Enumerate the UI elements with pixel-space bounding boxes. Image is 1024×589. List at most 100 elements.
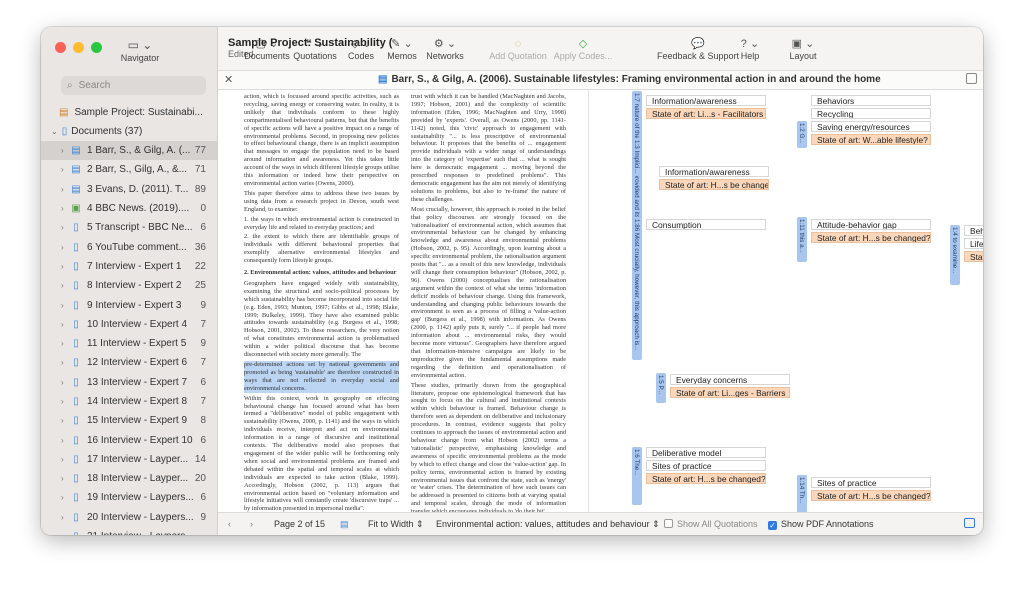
apply-codes-button[interactable]: ◇ Apply Codes...	[554, 37, 613, 61]
chevron-right-icon[interactable]: ›	[61, 223, 69, 232]
code-tag[interactable]: Recycling	[811, 108, 931, 119]
code-tag-orange[interactable]: State of art: Li...s - Facilitators	[646, 108, 766, 119]
page-indicator[interactable]: Page 2 of 15	[274, 519, 325, 529]
show-all-quotations-toggle[interactable]: Show All Quotations	[664, 519, 758, 529]
document-item[interactable]: › ▯ 14 Interview - Expert 8 7	[41, 392, 218, 411]
document-item[interactable]: › ▯ 6 YouTube comment... 36	[41, 237, 218, 256]
document-item[interactable]: › ▯ 5 Transcript - BBC Ne... 6	[41, 218, 218, 237]
quotation-bar[interactable]: 1:4 to examine...	[950, 225, 960, 285]
chevron-right-icon[interactable]: ›	[61, 397, 69, 406]
code-tag[interactable]: Saving energy/resources	[811, 121, 931, 132]
code-tag[interactable]: Behaviors	[964, 225, 983, 236]
document-item[interactable]: › ▯ 17 Interview - Layper... 14	[41, 450, 218, 469]
networks-button[interactable]: ⚙ ⌄ Networks	[426, 37, 464, 61]
project-item[interactable]: ▤ Sample Project: Sustainabi...	[59, 107, 214, 118]
code-tag[interactable]: Deliberative model	[646, 447, 766, 458]
feedback-support-button[interactable]: 💬 Feedback & Support	[657, 37, 739, 61]
section-select[interactable]: Environmental action: values, attitudes …	[436, 519, 660, 530]
chevron-right-icon[interactable]: ›	[61, 243, 69, 252]
document-item[interactable]: › ▯ 20 Interview - Laypers... 9	[41, 508, 218, 527]
document-item[interactable]: ›▯ 21 Interview - Laypers...	[41, 527, 218, 535]
chevron-right-icon[interactable]: ›	[61, 339, 69, 348]
documents-group[interactable]: ⌄ ▯ Documents (37)	[51, 126, 142, 137]
documents-button[interactable]: ▢ ⌄ Documents	[244, 37, 290, 61]
document-item[interactable]: › ▯ 18 Interview - Layper... 20	[41, 469, 218, 488]
code-tag[interactable]: Lifestyle group	[964, 238, 983, 249]
previous-page-button[interactable]: ‹	[228, 519, 231, 529]
document-item[interactable]: › ▣ 4 BBC News. (2019).... 0	[41, 199, 218, 218]
show-pdf-annotations-toggle[interactable]: ✓ Show PDF Annotations	[768, 519, 874, 530]
chevron-right-icon[interactable]: ›	[61, 320, 69, 329]
code-tag[interactable]: Attitude-behavior gap	[811, 219, 931, 230]
chevron-right-icon[interactable]: ›	[61, 493, 69, 502]
chevron-right-icon[interactable]: ›	[61, 513, 69, 522]
document-item[interactable]: › ▯ 7 Interview - Expert 1 22	[41, 257, 218, 276]
help-button[interactable]: ? ⌄ Help	[741, 37, 760, 61]
chevron-right-icon[interactable]: ›	[61, 474, 69, 483]
chevron-right-icon[interactable]: ›	[61, 146, 69, 155]
document-item[interactable]: › ▯ 10 Interview - Expert 4 7	[41, 315, 218, 334]
search-field[interactable]: ⌕ Search	[61, 76, 206, 95]
code-tag-orange[interactable]: State of art: H...s be changed?	[811, 490, 931, 501]
code-tag[interactable]: Sites of practice	[646, 460, 766, 471]
quotation-bar[interactable]: 1:14 Th...	[797, 475, 807, 512]
code-tag[interactable]: Behaviors	[811, 95, 931, 106]
chevron-right-icon[interactable]: ›	[61, 455, 69, 464]
panel-toggle-icon[interactable]	[964, 518, 975, 528]
code-tag-orange[interactable]: State of art: H...s be changed?	[659, 179, 769, 190]
page-layout-icon[interactable]: ▤	[340, 519, 349, 530]
memos-button[interactable]: ✎ ⌄ Memos	[387, 37, 417, 61]
document-item[interactable]: › ▤ 2 Barr, S., Gilg, A., &... 71	[41, 160, 218, 179]
close-window-button[interactable]	[55, 42, 66, 53]
document-item[interactable]: › ▤ 3 Evans, D. (2011). T... 89	[41, 180, 218, 199]
document-item[interactable]: › ▯ 16 Interview - Expert 10 6	[41, 430, 218, 449]
code-tag-orange[interactable]: State of art: R...	[964, 251, 983, 262]
quotation-bar[interactable]: 1:11 this a...	[797, 217, 807, 262]
minimize-window-button[interactable]	[73, 42, 84, 53]
zoom-select[interactable]: Fit to Width ⇕	[368, 519, 424, 530]
quotations-button[interactable]: ❝ ⌄ Quotations	[293, 37, 337, 61]
quotation-bar[interactable]: 1:5 P...	[656, 373, 666, 403]
chevron-right-icon[interactable]: ›	[61, 416, 69, 425]
chevron-right-icon[interactable]: ›	[61, 262, 69, 271]
codes-button[interactable]: ◇ ⌄ Codes	[348, 37, 374, 61]
code-tag[interactable]: Information/awareness	[646, 95, 766, 106]
code-tag[interactable]: Everyday concerns	[670, 374, 790, 385]
document-item[interactable]: › ▯ 11 Interview - Expert 5 9	[41, 334, 218, 353]
document-item[interactable]: › ▯ 9 Interview - Expert 3 9	[41, 295, 218, 314]
inspector-toggle-icon[interactable]	[966, 73, 977, 84]
document-item[interactable]: › ▯ 13 Interview - Expert 7 6	[41, 373, 218, 392]
document-item[interactable]: › ▯ 19 Interview - Laypers... 6	[41, 488, 218, 507]
zoom-window-button[interactable]	[91, 42, 102, 53]
code-tag-orange[interactable]: State of art: W...able lifestyle?	[811, 134, 931, 145]
code-tag-orange[interactable]: State of art: H...s be changed?	[811, 232, 931, 243]
code-tag[interactable]: Information/awareness	[659, 166, 769, 177]
navigator-button[interactable]: ▭ ⌄ Navigator	[110, 37, 170, 63]
code-tag[interactable]: Consumption	[646, 219, 766, 230]
document-item[interactable]: › ▯ 8 Interview - Expert 2 25	[41, 276, 218, 295]
chevron-right-icon[interactable]: ›	[61, 532, 69, 535]
quotation-bar[interactable]: 1:3 Implici...	[632, 138, 642, 176]
code-tag-orange[interactable]: State of art: Li...ges - Barriers	[670, 387, 790, 398]
quotation-bar[interactable]: 1:2 G...	[797, 121, 807, 148]
layout-button[interactable]: ▣ ⌄ Layout	[789, 37, 816, 61]
chevron-right-icon[interactable]: ›	[61, 165, 69, 174]
quotation-bar[interactable]: 1:6 The...	[632, 447, 642, 505]
chevron-right-icon[interactable]: ›	[61, 281, 69, 290]
chevron-right-icon[interactable]: ›	[61, 301, 69, 310]
document-item[interactable]: › ▯ 15 Interview - Expert 9 8	[41, 411, 218, 430]
chevron-right-icon[interactable]: ›	[61, 185, 69, 194]
code-tag[interactable]: Sites of practice	[811, 477, 931, 488]
chevron-right-icon[interactable]: ›	[61, 436, 69, 445]
code-tag-orange[interactable]: State of art: H...s be changed?	[646, 473, 766, 484]
quotation-bar[interactable]: 1:86 Most crucially, however, this appro…	[632, 217, 642, 360]
document-item[interactable]: › ▯ 12 Interview - Expert 6 7	[41, 353, 218, 372]
document-item[interactable]: › ▤ 1 Barr, S., & Gilg, A. (... 77	[41, 141, 218, 161]
chevron-right-icon[interactable]: ›	[61, 204, 69, 213]
chevron-right-icon[interactable]: ›	[61, 358, 69, 367]
pdf-page[interactable]: action, which is focussed around specifi…	[218, 90, 588, 512]
add-quotation-button[interactable]: ◌ Add Quotation	[489, 37, 547, 61]
next-page-button[interactable]: ›	[250, 519, 253, 529]
close-icon[interactable]: ✕	[224, 73, 233, 86]
chevron-right-icon[interactable]: ›	[61, 378, 69, 387]
